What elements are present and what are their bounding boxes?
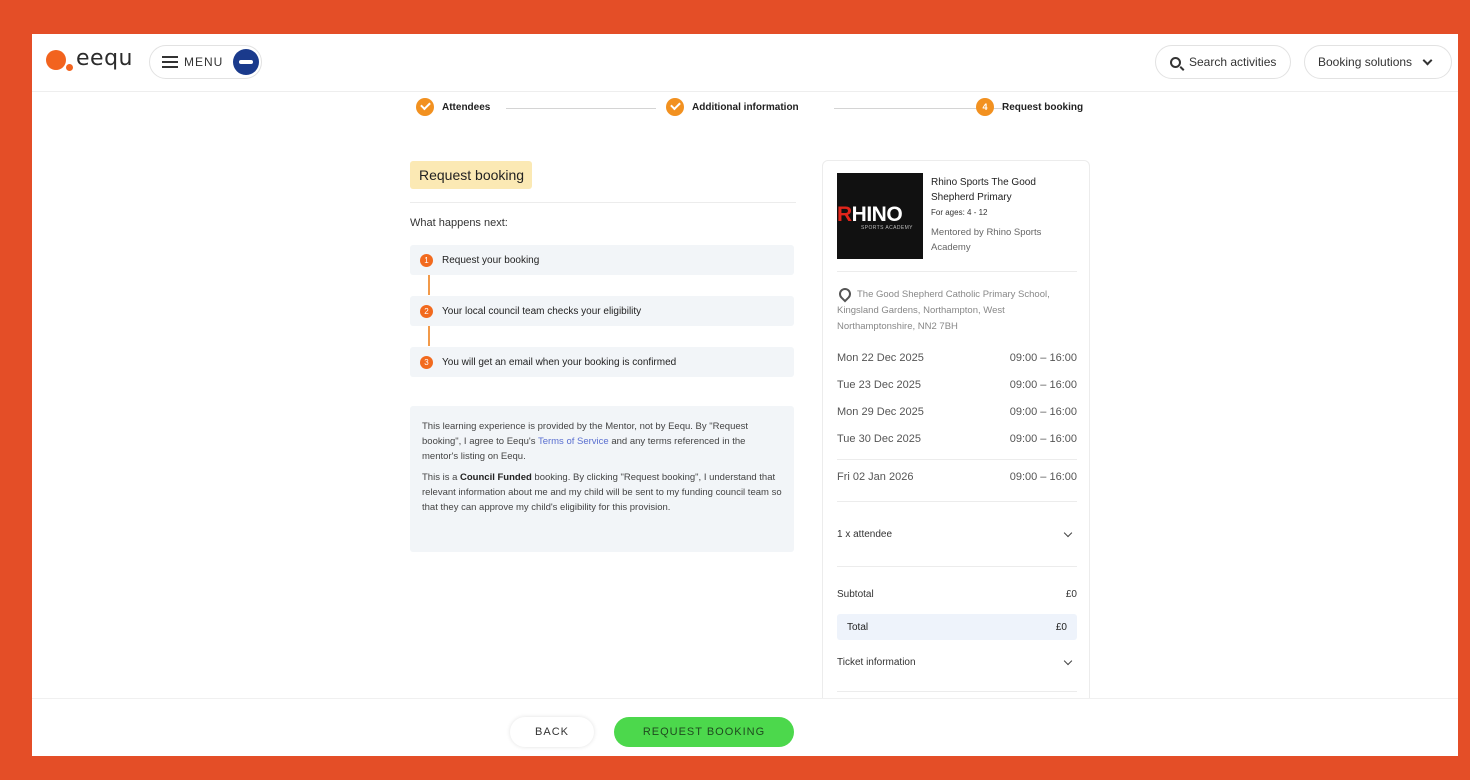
check-icon xyxy=(416,98,434,116)
activity-address: The Good Shepherd Catholic Primary Schoo… xyxy=(837,289,1050,332)
activity-title: Rhino Sports The Good Shepherd Primary xyxy=(931,177,1036,203)
logo-small-dot-icon xyxy=(66,64,73,71)
step-connector-line xyxy=(428,275,430,295)
total-row: Total £0 xyxy=(837,614,1077,640)
back-button[interactable]: BACK xyxy=(510,717,594,747)
rhino-logo-subtext: SPORTS ACADEMY xyxy=(861,225,913,231)
chevron-down-icon xyxy=(1063,656,1073,666)
session-date: Mon 22 Dec 2025 xyxy=(837,352,924,364)
next-step-text: Request your booking xyxy=(442,254,540,266)
divider xyxy=(837,566,1077,567)
attendee-count: 1 x attendee xyxy=(837,529,893,540)
next-step-text: Your local council team checks your elig… xyxy=(442,305,642,317)
booking-stepper: Attendees Additional information 4 Reque… xyxy=(416,98,1086,120)
ticket-information-label: Ticket information xyxy=(837,657,916,668)
attendee-selector[interactable]: 1 x attendee xyxy=(837,528,1077,540)
avatar[interactable] xyxy=(233,49,260,75)
menu-button[interactable]: MENU xyxy=(149,45,262,79)
divider xyxy=(410,202,796,203)
step-number-badge: 3 xyxy=(420,355,433,369)
divider xyxy=(837,501,1077,502)
search-activities-button[interactable]: Search activities xyxy=(1155,45,1291,79)
session-date: Fri 02 Jan 2026 xyxy=(837,471,914,483)
booking-solutions-dropdown[interactable]: Booking solutions xyxy=(1304,45,1452,79)
session-date: Tue 30 Dec 2025 xyxy=(837,433,921,445)
search-icon xyxy=(1170,56,1181,68)
page-title: Request booking xyxy=(410,161,532,189)
check-icon xyxy=(666,98,684,116)
next-step-text: You will get an email when your booking … xyxy=(442,356,677,368)
search-label: Search activities xyxy=(1189,55,1277,69)
step-connector xyxy=(506,108,656,109)
booking-solutions-label: Booking solutions xyxy=(1318,55,1413,69)
step-number: 4 xyxy=(976,98,994,116)
terms-notice: This learning experience is provided by … xyxy=(410,406,794,552)
subtotal-label: Subtotal xyxy=(837,589,874,600)
next-step-item: 3 You will get an email when your bookin… xyxy=(410,347,794,377)
terms-of-service-link[interactable]: Terms of Service xyxy=(538,436,609,447)
rhino-logo-text: HINO xyxy=(851,203,903,226)
ticket-information-toggle[interactable]: Ticket information xyxy=(837,656,1077,668)
session-date: Tue 23 Dec 2025 xyxy=(837,379,921,391)
chevron-down-icon xyxy=(1422,55,1433,65)
eequ-logo[interactable]: eequ xyxy=(46,46,133,71)
request-booking-button[interactable]: REQUEST BOOKING xyxy=(614,717,794,747)
total-value: £0 xyxy=(1055,621,1067,633)
council-funded-paragraph: This is a Council Funded booking. By cli… xyxy=(422,470,782,515)
menu-label: MENU xyxy=(184,55,224,69)
app-window: eequ MENU Search activities Booking solu… xyxy=(32,34,1458,756)
session-row: Fri 02 Jan 2026 09:00 – 16:00 xyxy=(837,471,1077,483)
booking-summary-card: RHINO SPORTS ACADEMY Rhino Sports The Go… xyxy=(822,160,1090,720)
activity-mentor: Mentored by Rhino Sports Academy xyxy=(931,227,1042,253)
session-row: Tue 30 Dec 2025 09:00 – 16:00 xyxy=(837,433,1077,445)
rhino-logo-r: R xyxy=(837,203,852,226)
subtotal-row: Subtotal £0 xyxy=(837,589,1077,600)
session-time: 09:00 – 16:00 xyxy=(1009,352,1077,364)
step-attendees[interactable]: Attendees xyxy=(416,98,490,116)
activity-ages: For ages: 4 - 12 xyxy=(931,208,988,217)
top-header: eequ MENU Search activities Booking solu… xyxy=(32,34,1458,92)
chevron-down-icon xyxy=(1063,528,1073,538)
session-time: 09:00 – 16:00 xyxy=(1009,406,1077,418)
next-step-item: 2 Your local council team checks your el… xyxy=(410,296,794,326)
subtotal-value: £0 xyxy=(1065,589,1077,600)
council-text: This is a xyxy=(422,472,461,483)
step-connector-line xyxy=(428,326,430,346)
step-number-badge: 1 xyxy=(420,253,433,267)
session-row: Tue 23 Dec 2025 09:00 – 16:00 xyxy=(837,379,1077,391)
divider xyxy=(837,271,1077,272)
session-row: Mon 22 Dec 2025 09:00 – 16:00 xyxy=(837,352,1077,364)
footer-action-bar: BACK REQUEST BOOKING xyxy=(32,698,1458,756)
next-step-item: 1 Request your booking xyxy=(410,245,794,275)
step-request-booking: 4 Request booking xyxy=(976,98,1083,116)
council-funded-label: Council Funded xyxy=(460,472,532,483)
step-label: Attendees xyxy=(442,101,491,113)
logo-text: eequ xyxy=(76,46,133,71)
step-label: Request booking xyxy=(1002,101,1084,113)
divider xyxy=(837,459,1077,460)
total-label: Total xyxy=(847,621,869,633)
step-label: Additional information xyxy=(692,101,799,113)
step-additional-information[interactable]: Additional information xyxy=(666,98,799,116)
what-happens-next-label: What happens next: xyxy=(410,217,508,229)
session-time: 09:00 – 16:00 xyxy=(1009,471,1077,483)
divider xyxy=(837,691,1077,692)
terms-paragraph: This learning experience is provided by … xyxy=(422,419,782,464)
step-number-badge: 2 xyxy=(420,304,433,318)
logo-dot-icon xyxy=(46,50,66,70)
session-time: 09:00 – 16:00 xyxy=(1009,379,1077,391)
session-row: Mon 29 Dec 2025 09:00 – 16:00 xyxy=(837,406,1077,418)
activity-image: RHINO SPORTS ACADEMY xyxy=(837,173,923,259)
rhino-logo: RHINO xyxy=(837,203,903,227)
hamburger-icon xyxy=(162,56,178,68)
session-date: Mon 29 Dec 2025 xyxy=(837,406,924,418)
session-time: 09:00 – 16:00 xyxy=(1009,433,1077,445)
